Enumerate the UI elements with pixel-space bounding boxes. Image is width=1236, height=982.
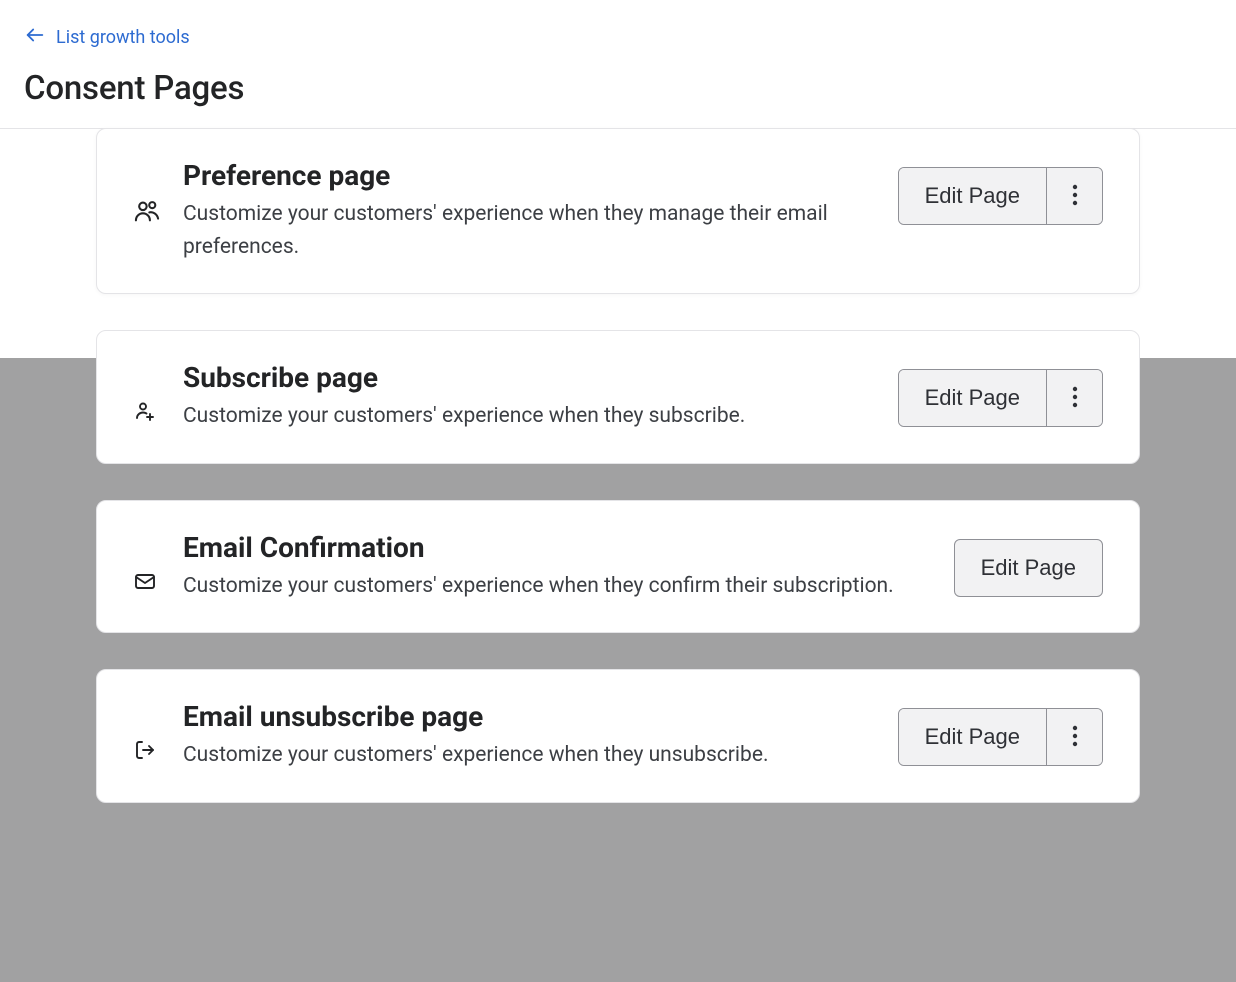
edit-page-button[interactable]: Edit Page (899, 168, 1046, 224)
edit-page-button[interactable]: Edit Page (899, 370, 1046, 426)
card-subscribe-page: Subscribe page Customize your customers'… (96, 330, 1140, 464)
edit-page-button[interactable]: Edit Page (899, 709, 1046, 765)
more-vertical-icon (1072, 725, 1078, 750)
card-preference-page: Preference page Customize your customers… (96, 128, 1140, 294)
more-actions-button[interactable] (1046, 709, 1102, 765)
logout-icon (133, 738, 161, 766)
card-email-unsubscribe-page: Email unsubscribe page Customize your cu… (96, 669, 1140, 803)
back-link-label: List growth tools (56, 27, 190, 48)
card-description: Customize your customers' experience whe… (183, 400, 876, 433)
card-action-group: Edit Page (898, 369, 1103, 427)
more-actions-button[interactable] (1046, 168, 1102, 224)
back-link[interactable]: List growth tools (24, 24, 190, 51)
card-title: Email Confirmation (183, 531, 932, 564)
card-action-group: Edit Page (898, 167, 1103, 225)
more-vertical-icon (1072, 184, 1078, 209)
card-description: Customize your customers' experience whe… (183, 570, 932, 603)
arrow-left-icon (24, 24, 46, 51)
users-icon (133, 197, 161, 225)
user-plus-icon (133, 399, 161, 427)
card-description: Customize your customers' experience whe… (183, 739, 876, 772)
card-title: Subscribe page (183, 361, 876, 394)
mail-icon (133, 569, 161, 597)
card-title: Preference page (183, 159, 876, 192)
page-header: List growth tools Consent Pages (0, 0, 1236, 128)
more-vertical-icon (1072, 386, 1078, 411)
consent-card-list: Preference page Customize your customers… (0, 128, 1236, 839)
card-description: Customize your customers' experience whe… (183, 198, 876, 263)
card-title: Email unsubscribe page (183, 700, 876, 733)
card-action-group: Edit Page (898, 708, 1103, 766)
edit-page-button[interactable]: Edit Page (954, 539, 1103, 597)
more-actions-button[interactable] (1046, 370, 1102, 426)
card-email-confirmation: Email Confirmation Customize your custom… (96, 500, 1140, 634)
page-title: Consent Pages (24, 69, 1212, 108)
